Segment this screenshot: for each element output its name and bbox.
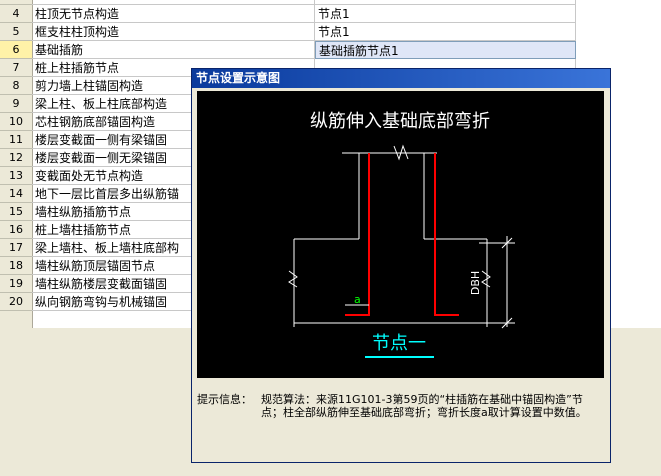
row-number[interactable]: 18	[0, 257, 32, 275]
hook-label: a	[354, 293, 361, 306]
row-number[interactable]: 20	[0, 293, 32, 311]
property-value[interactable]: 节点1	[315, 5, 576, 23]
property-name[interactable]: 框支柱柱顶构造	[32, 23, 315, 41]
table-row[interactable]: 5 框支柱柱顶构造 节点1	[0, 23, 576, 41]
row-number[interactable]: 17	[0, 239, 32, 257]
row-number[interactable]: 9	[0, 95, 32, 113]
row-number[interactable]: 10	[0, 113, 32, 131]
row-number[interactable]: 11	[0, 131, 32, 149]
row-number[interactable]: 12	[0, 149, 32, 167]
property-value[interactable]: 基础插筋节点1	[315, 41, 576, 59]
row-number[interactable]: 14	[0, 185, 32, 203]
dialog-title[interactable]: 节点设置示意图	[192, 69, 610, 88]
row-number[interactable]: 4	[0, 5, 32, 23]
diagram-caption: 节点一	[372, 333, 426, 354]
table-row[interactable]: 4 柱顶无节点构造 节点1	[0, 5, 576, 23]
row-number[interactable]: 19	[0, 275, 32, 293]
property-value[interactable]: 节点1	[315, 23, 576, 41]
row-number[interactable]: 7	[0, 59, 32, 77]
row-number[interactable]: 8	[0, 77, 32, 95]
dbh-label: DBH	[469, 271, 482, 295]
row-number[interactable]: 5	[0, 23, 32, 41]
diagram-heading: 纵筋伸入基础底部弯折	[310, 111, 490, 132]
dbh-dimension	[479, 236, 515, 329]
row-number[interactable]: 15	[0, 203, 32, 221]
info-panel: 提示信息： 规范算法：来源11G101-3第59页的“柱插筋在基础中锚固构造”节…	[197, 387, 602, 457]
info-text: 规范算法：来源11G101-3第59页的“柱插筋在基础中锚固构造”节点；柱全部纵…	[261, 393, 587, 419]
column-outline	[288, 144, 515, 327]
diagram-svg: 纵筋伸入基础底部弯折 DBH a 节点一	[288, 111, 515, 358]
row-number[interactable]: 13	[0, 167, 32, 185]
property-name[interactable]: 柱顶无节点构造	[32, 5, 315, 23]
diagram-canvas: 纵筋伸入基础底部弯折 DBH a 节点一	[197, 91, 604, 378]
rebar-lines	[345, 153, 459, 316]
property-name[interactable]: 基础插筋	[32, 41, 315, 59]
table-row[interactable]: 6 基础插筋 基础插筋节点1	[0, 41, 576, 59]
node-diagram-dialog: 节点设置示意图 纵筋伸入基础底部弯折 DBH a 节点一 提示信息： 规范算法：…	[191, 68, 611, 463]
info-label: 提示信息：	[197, 393, 252, 406]
row-number[interactable]: 6	[0, 41, 32, 59]
row-number[interactable]: 16	[0, 221, 32, 239]
